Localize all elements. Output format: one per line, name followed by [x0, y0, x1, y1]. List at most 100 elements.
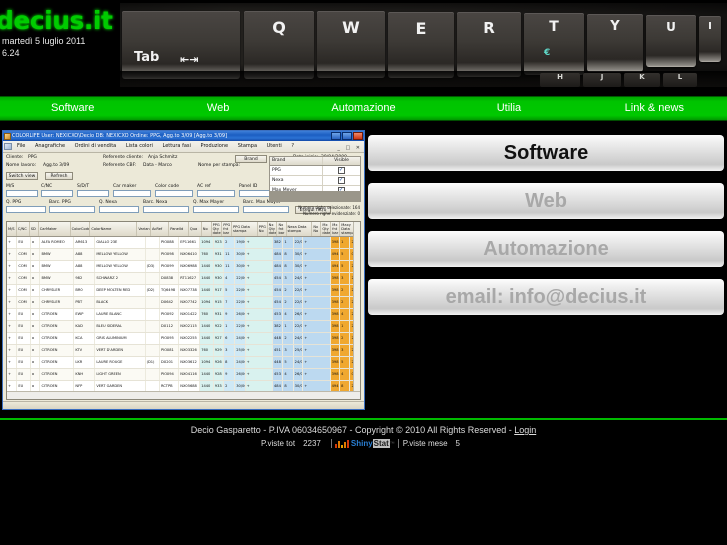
grid-row[interactable]: + COM a CHRYSLER BR0 DEEP MOLTEN RED (D2) TQ649…	[7, 285, 360, 297]
keyboard-key-h: H	[540, 73, 580, 87]
button-web[interactable]: Web	[368, 183, 724, 219]
grid-row[interactable]: + EU a CITROEN KCA GRIS ALUMINIUM PIOX95 NX0225…	[7, 333, 360, 345]
login-link[interactable]: Login	[514, 425, 536, 435]
input-sdt[interactable]	[77, 190, 109, 197]
menu-item-stampa: Stampa	[237, 143, 258, 149]
brand-table-row[interactable]: PPG	[270, 166, 360, 176]
brand-visible-checkbox[interactable]	[323, 166, 360, 175]
grid-cell: 26/06/2009 09:40	[293, 369, 304, 380]
grid-cell: NX03326	[179, 345, 201, 356]
input-q-ppg[interactable]	[6, 206, 46, 213]
shinystat-shiny-text: Shiny	[350, 439, 373, 448]
input-barc-max-mayer[interactable]	[243, 206, 289, 213]
grid-body[interactable]: + EU a ALFA ROMEO AR613 GIALLO 23E PIOX88 EP116…	[7, 237, 360, 399]
grid-column-header[interactable]: Mx Qty date	[321, 222, 332, 236]
grid-cell: 398	[330, 357, 341, 368]
input-q-max-mayer[interactable]	[193, 206, 239, 213]
grid-cell	[146, 309, 160, 320]
nav-item-web[interactable]: Web	[145, 97, 290, 120]
refresh-button[interactable]: Refresh	[45, 172, 73, 180]
grid-cell: LKR	[74, 357, 96, 368]
label-panel-id: Panel ID	[239, 184, 258, 189]
grid-column-header[interactable]: PPG Data stampa	[232, 222, 258, 236]
grid-column-header[interactable]: No	[202, 222, 212, 236]
grid-cell: 11	[224, 249, 236, 260]
grid-column-header[interactable]: C/NC	[17, 222, 30, 236]
grid-cell: 453	[273, 369, 284, 380]
grid-cell: +	[245, 321, 274, 332]
button-automazione[interactable]: Automazione	[368, 231, 724, 267]
nav-item-automazione[interactable]: Automazione	[291, 97, 436, 120]
site-logo[interactable]: decius.it	[0, 6, 113, 35]
grid-cell: GRIS ALUMINIUM	[95, 333, 146, 344]
brand-table-row[interactable]: Nexa	[270, 176, 360, 186]
grid-cell: 8	[283, 249, 294, 260]
grid-cell: PIOX94	[160, 369, 180, 380]
grid-column-header[interactable]: Qua	[189, 222, 202, 236]
application-screenshot[interactable]: COLORLIFE User: NEXICXO\Decio DB: NEXICX…	[2, 130, 365, 410]
grid-column-header[interactable]: Nx No	[312, 222, 322, 236]
grid-column-header[interactable]: PanelId	[169, 222, 189, 236]
grid-column-header[interactable]: PPG No	[258, 222, 268, 236]
grid-column-header[interactable]: PPG Qty date	[212, 222, 223, 236]
grid-column-header[interactable]: Nx fnt bar	[277, 222, 287, 236]
color-orders-grid[interactable]: M/S C/NC SD CarMaker ColorCode ColorName Varia…	[6, 221, 361, 400]
keyboard-key-j: J	[583, 73, 621, 87]
keyboard-photo: Tab ⇤⇥ Q W E R T € Y U I H J K L	[120, 3, 727, 87]
grid-cell: DEEP MOLTEN RED	[95, 285, 146, 296]
grid-column-header[interactable]: M/S	[7, 222, 17, 236]
grid-cell: 2	[283, 285, 294, 296]
grid-row[interactable]: + EU a CITROEN EWP LAURE BLANC PIOX92 NX01422 76…	[7, 309, 360, 321]
brand-visible-checkbox[interactable]	[323, 176, 360, 185]
grid-cell: COM	[17, 297, 31, 308]
grid-header-row: M/S C/NC SD CarMaker ColorCode ColorName Varia…	[7, 222, 360, 237]
grid-row[interactable]: + EU a CITROEN KNH LIGHT GREEN PIOX94 NX04116 14…	[7, 369, 360, 381]
grid-cell: VERT D'ARDEN	[95, 345, 146, 356]
grid-column-header[interactable]: PPG fnt bar	[222, 222, 233, 236]
input-barc-nexa[interactable]	[143, 206, 189, 213]
grid-column-header[interactable]: SD	[30, 222, 39, 236]
input-car-maker[interactable]	[113, 190, 151, 197]
grid-row[interactable]: + COM a BMW A88 MELLOW YELLOW (D3) PIOX99 NX0698…	[7, 261, 360, 273]
site-header: Tab ⇤⇥ Q W E R T € Y U I H J K L decius.…	[0, 0, 727, 90]
input-cnc[interactable]	[41, 190, 73, 197]
switch-view-button[interactable]: Switch view	[6, 172, 38, 180]
grid-cell: +	[7, 285, 18, 296]
grid-row[interactable]: + COM a CHRYSLER PBT BLACK DX642 NX07742 1094 915…	[7, 297, 360, 309]
grid-column-header[interactable]: ColorCode	[71, 222, 91, 236]
grid-cell: a	[31, 273, 41, 284]
grid-row[interactable]: + COM a BMW 982 SCHWARZ 2 DX838 RT11627 1440 930 4…	[7, 273, 360, 285]
grid-column-header[interactable]: Mx fnt bar	[331, 222, 341, 236]
grid-cell	[146, 237, 160, 248]
input-color-code[interactable]	[155, 190, 193, 197]
grid-row[interactable]: + EU a CITROEN LKR LAURE ROUGE (D1) DX201 NX0361…	[7, 357, 360, 369]
menu-item-lettura-fasi: Lettura fasi	[162, 143, 191, 149]
input-q-nexa[interactable]	[99, 206, 139, 213]
brand-button[interactable]: Brand	[235, 155, 267, 163]
nav-item-link-news[interactable]: Link & news	[582, 97, 727, 120]
button-email[interactable]: email: info@decius.it	[368, 279, 724, 315]
grid-column-header[interactable]: Varian	[137, 222, 151, 236]
grid-row[interactable]: + EU a CITROEN KTV VERT D'ARDEN PIOX81 NX03326 7…	[7, 345, 360, 357]
grid-cell: 26/06/2009 09:21	[235, 309, 246, 320]
grid-vertical-scrollbar[interactable]	[353, 222, 360, 399]
grid-row[interactable]: + EU a ALFA ROMEO AR613 GIALLO 23E PIOX88 EP116…	[7, 237, 360, 249]
shinystat-badge[interactable]: Shiny Stat ™	[330, 439, 399, 448]
grid-row[interactable]: + EU a CITROEN KAD BLEU SIDERAL DX112 NX02115 14…	[7, 321, 360, 333]
button-software[interactable]: Software	[368, 135, 724, 171]
nav-item-utilia[interactable]: Utilia	[436, 97, 581, 120]
nav-item-software[interactable]: Software	[0, 97, 145, 120]
input-barc-ppg[interactable]	[49, 206, 95, 213]
grid-column-header[interactable]: CarMaker	[39, 222, 71, 236]
grid-column-header[interactable]: Nx Qty date	[268, 222, 278, 236]
input-ms[interactable]	[6, 190, 38, 197]
grid-column-header[interactable]: ColorName	[90, 222, 138, 236]
grid-row[interactable]: + COM a BMW A88 MELLOW YELLOW PIOX98 NX06410 760…	[7, 249, 360, 261]
grid-column-header[interactable]: Nexa Data stampa	[287, 222, 313, 236]
input-ac-ref[interactable]	[197, 190, 235, 197]
footer-copyright-line: Decio Gasparetto - P.IVA 06034650967 - C…	[0, 425, 727, 435]
brand-visibility-table[interactable]: Brand Visible PPG Nexa Max Meyer	[269, 156, 361, 202]
grid-cell: +	[7, 297, 18, 308]
grid-horizontal-scrollbar[interactable]	[7, 391, 360, 399]
grid-column-header[interactable]: AcRef	[151, 222, 170, 236]
